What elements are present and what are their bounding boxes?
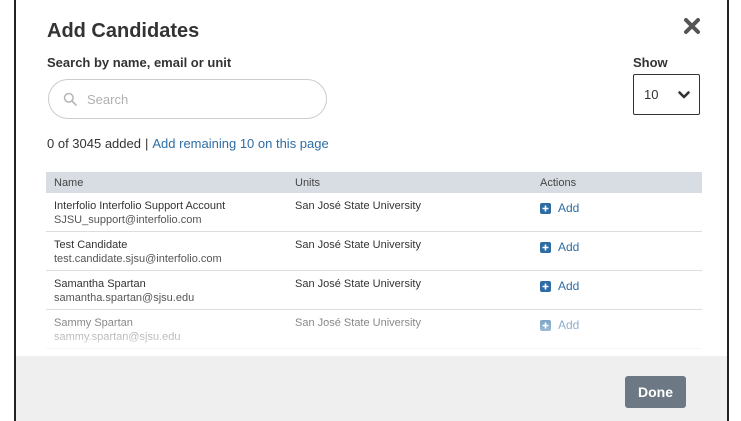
candidate-cell: Test Candidate test.candidate.sjsu@inter… (54, 239, 222, 266)
table-row: Test Candidate test.candidate.sjsu@inter… (46, 232, 702, 271)
plus-square-icon (540, 241, 551, 253)
add-remaining-link[interactable]: Add remaining 10 on this page (152, 136, 328, 151)
added-count-text: 0 of 3045 added (47, 136, 141, 151)
add-label: Add (558, 201, 580, 215)
candidate-name: Sammy Spartan (54, 317, 133, 329)
candidate-cell: Samantha Spartan samantha.spartan@sjsu.e… (54, 278, 194, 305)
right-window-edge (727, 0, 729, 421)
search-input[interactable] (87, 91, 307, 107)
show-per-page-select[interactable]: 10 (633, 74, 700, 115)
candidate-email: test.candidate.sjsu@interfolio.com (54, 253, 222, 265)
candidate-unit: San José State University (295, 239, 421, 251)
candidate-name: Samantha Spartan (54, 278, 146, 290)
candidate-cell: Sammy Spartan sammy.spartan@sjsu.edu (54, 317, 181, 344)
candidate-email: samantha.spartan@sjsu.edu (54, 292, 195, 304)
add-candidate-button[interactable]: Add (540, 279, 579, 293)
modal-title: Add Candidates (47, 20, 200, 42)
column-header-name: Name (54, 176, 84, 189)
add-label: Add (558, 279, 580, 293)
column-header-actions: Actions (540, 176, 577, 189)
modal-footer: Done (16, 356, 727, 421)
search-box[interactable] (48, 79, 327, 119)
search-icon (63, 92, 77, 106)
show-label: Show (633, 55, 668, 70)
search-label: Search by name, email or unit (47, 55, 232, 70)
add-label: Add (558, 318, 580, 332)
table-header: Name Units Actions (46, 172, 702, 193)
table-row: Samantha Spartan samantha.spartan@sjsu.e… (46, 271, 702, 310)
candidate-email: SJSU_support@interfolio.com (54, 214, 202, 226)
close-icon (684, 18, 700, 34)
plus-square-icon (540, 280, 551, 292)
summary-separator: | (144, 136, 149, 151)
candidate-unit: San José State University (295, 200, 421, 212)
add-candidate-button[interactable]: Add (540, 201, 579, 215)
candidate-cell: Interfolio Interfolio Support Account SJ… (54, 200, 225, 227)
candidate-unit: San José State University (295, 278, 421, 290)
candidate-unit: San José State University (295, 317, 421, 329)
table-row: Interfolio Interfolio Support Account SJ… (46, 193, 702, 232)
add-candidates-modal: Add Candidates Search by name, email or … (16, 0, 727, 421)
show-selected-value: 10 (644, 87, 659, 102)
candidates-table: Name Units Actions Interfolio Interfolio… (46, 172, 702, 349)
close-button[interactable] (682, 16, 702, 36)
add-candidate-button[interactable]: Add (540, 318, 579, 332)
candidate-email: sammy.spartan@sjsu.edu (54, 331, 181, 343)
chevron-down-icon (678, 91, 690, 99)
add-label: Add (558, 240, 580, 254)
plus-square-icon (540, 319, 551, 331)
candidate-name: Test Candidate (54, 239, 128, 251)
added-summary: 0 of 3045 added | Add remaining 10 on this… (47, 136, 329, 151)
plus-square-icon (540, 202, 551, 214)
add-candidate-button[interactable]: Add (540, 240, 579, 254)
column-header-units: Units (295, 176, 321, 189)
table-row: Sammy Spartan sammy.spartan@sjsu.edu San… (46, 310, 702, 349)
done-button[interactable]: Done (625, 376, 686, 408)
candidate-name: Interfolio Interfolio Support Account (54, 200, 226, 212)
